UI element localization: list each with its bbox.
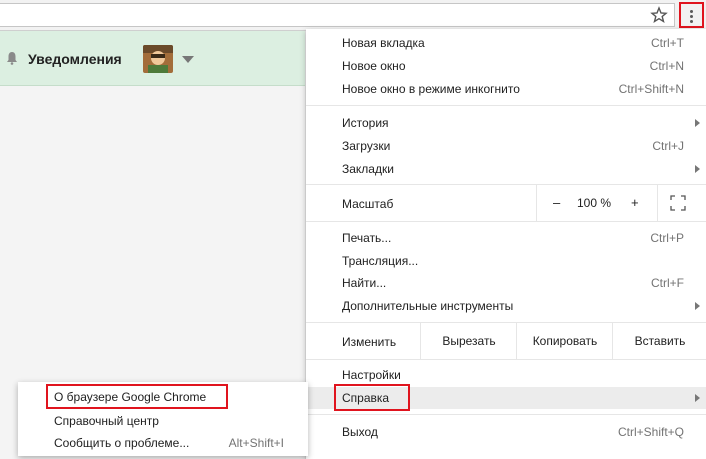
zoom-out-button[interactable]: – (553, 195, 560, 210)
menu-item-label: Новое окно (342, 59, 406, 73)
chevron-right-icon (695, 302, 700, 310)
chevron-right-icon (695, 394, 700, 402)
zoom-label: Масштаб (342, 197, 394, 211)
menu-item-new-window[interactable]: Новое окно Ctrl+N (306, 55, 706, 77)
fullscreen-icon[interactable] (670, 195, 686, 211)
menu-item-label: Загрузки (342, 139, 391, 153)
menu-item-incognito[interactable]: Новое окно в режиме инкогнито Ctrl+Shift… (306, 78, 706, 100)
zoom-level: 100 % (577, 196, 612, 210)
submenu-item-report-issue[interactable]: Сообщить о проблеме... Alt+Shift+I (18, 432, 308, 454)
about-highlight-box (46, 384, 228, 409)
browser-toolbar (0, 0, 706, 31)
menu-item-label: Выход (342, 425, 378, 439)
bell-icon[interactable] (6, 51, 18, 65)
menu-item-new-tab[interactable]: Новая вкладка Ctrl+T (306, 32, 706, 54)
menu-item-label: Новое окно в режиме инкогнито (342, 82, 520, 96)
menu-item-cast[interactable]: Трансляция... (306, 250, 706, 272)
submenu-item-help-center[interactable]: Справочный центр (18, 410, 308, 432)
zoom-controls: – 100 % + (536, 185, 658, 221)
notifications-header: Уведомления (0, 31, 306, 86)
menu-item-label: История (342, 116, 389, 130)
menu-item-label: Найти... (342, 276, 387, 290)
menu-item-label: Дополнительные инструменты (342, 299, 514, 313)
menu-item-label: Трансляция... (342, 254, 419, 268)
chevron-right-icon (695, 119, 700, 127)
menu-item-label: Закладки (342, 162, 394, 176)
edit-label: Изменить (342, 335, 397, 349)
menu-item-find[interactable]: Найти... Ctrl+F (306, 272, 706, 294)
submenu-item-label: Сообщить о проблеме... (54, 436, 190, 450)
chevron-right-icon (695, 165, 700, 173)
menu-item-shortcut: Ctrl+T (651, 36, 684, 50)
menu-item-shortcut: Ctrl+Shift+N (618, 82, 684, 96)
notifications-title[interactable]: Уведомления (28, 51, 122, 67)
menu-item-label: Новая вкладка (342, 36, 425, 50)
copy-button[interactable]: Копировать (516, 323, 613, 359)
menu-item-label: Печать... (342, 231, 392, 245)
menu-item-shortcut: Ctrl+F (651, 276, 684, 290)
dot (690, 10, 693, 13)
menu-item-shortcut: Ctrl+N (649, 59, 684, 73)
menu-item-shortcut: Ctrl+J (652, 139, 684, 153)
submenu-item-shortcut: Alt+Shift+I (228, 436, 284, 450)
menu-item-bookmarks[interactable]: Закладки (306, 158, 706, 180)
menu-item-label: Настройки (342, 368, 401, 382)
menu-item-print[interactable]: Печать... Ctrl+P (306, 227, 706, 249)
separator (306, 105, 706, 106)
chrome-menu: Новая вкладка Ctrl+T Новое окно Ctrl+N Н… (306, 29, 706, 459)
zoom-row: Масштаб – 100 % + (306, 185, 706, 221)
zoom-in-button[interactable]: + (631, 195, 639, 210)
edit-row: Изменить Вырезать Копировать Вставить (306, 323, 706, 359)
dot (690, 15, 693, 18)
menu-item-more-tools[interactable]: Дополнительные инструменты (306, 295, 706, 317)
menu-item-downloads[interactable]: Загрузки Ctrl+J (306, 135, 706, 157)
dot (690, 20, 693, 23)
help-highlight-box (334, 384, 410, 411)
three-dots-icon[interactable] (679, 2, 704, 28)
caret-down-icon[interactable] (182, 56, 194, 63)
submenu-item-label: Справочный центр (54, 414, 159, 428)
separator (306, 359, 706, 360)
avatar[interactable] (143, 45, 173, 73)
separator (306, 221, 706, 222)
menu-item-shortcut: Ctrl+P (650, 231, 684, 245)
help-submenu: О браузере Google Chrome Справочный цент… (18, 382, 308, 456)
paste-button[interactable]: Вставить (612, 323, 706, 359)
menu-item-shortcut: Ctrl+Shift+Q (617, 425, 684, 439)
address-bar[interactable] (0, 3, 675, 27)
separator (306, 414, 706, 415)
menu-item-exit[interactable]: Выход Ctrl+Shift+Q (306, 421, 706, 443)
menu-item-history[interactable]: История (306, 112, 706, 134)
menu-item-settings[interactable]: Настройки (306, 364, 706, 386)
cut-button[interactable]: Вырезать (420, 323, 517, 359)
star-icon[interactable] (650, 6, 668, 24)
